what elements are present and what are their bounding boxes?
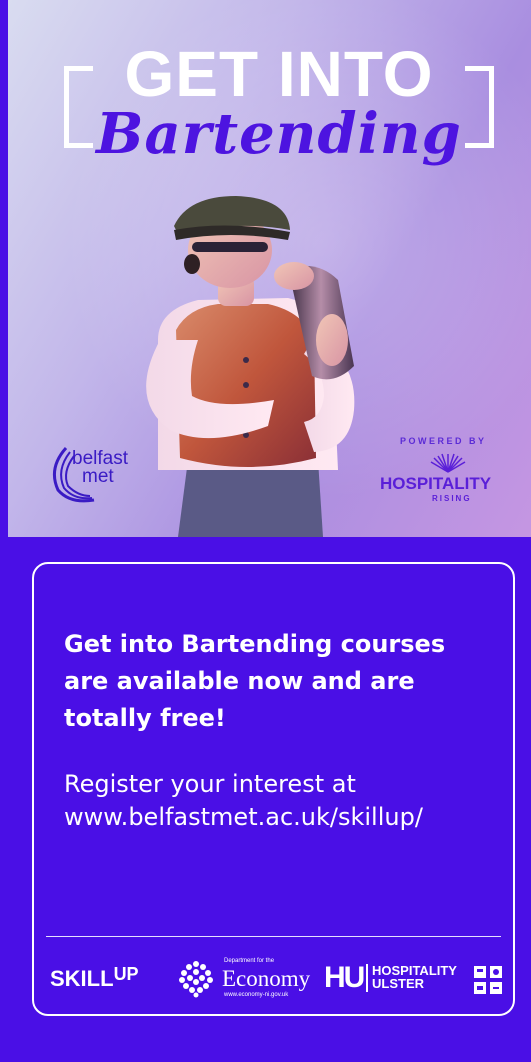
hu-line2: ULSTER	[372, 976, 424, 991]
course-headline: Get into Bartending courses are availabl…	[64, 630, 446, 732]
poster: GET INTO Bartending belfast met POWERED …	[0, 0, 531, 1062]
card-divider	[46, 936, 501, 937]
sunrise-icon	[430, 453, 466, 473]
belfast-met-logo: belfast met	[72, 449, 128, 487]
hospitality-ulster-mark: HU	[324, 961, 365, 994]
hospitality-ulster-grid-icon	[474, 966, 502, 994]
hospitality-rising-name: HOSPITALITY	[380, 474, 492, 493]
economy-url: www.economy-ni.gov.uk	[224, 992, 289, 998]
partner-logos: SKILLUP Department for the Economy www.e…	[34, 956, 513, 1004]
skillup-up: UP	[113, 964, 139, 984]
belfast-met-line2: met	[82, 466, 114, 487]
economy-dept-label: Department for the	[224, 958, 275, 964]
title-script: Bartending	[96, 101, 462, 167]
skillup-main: SKILL	[50, 966, 114, 991]
info-card: Get into Bartending courses are availabl…	[32, 562, 515, 1016]
skillup-logo: SKILLUP	[50, 964, 139, 992]
title-block: GET INTO Bartending	[64, 40, 494, 180]
economy-name: Economy	[222, 966, 311, 991]
title-top: GET INTO	[124, 38, 434, 110]
powered-by-label: POWERED BY	[400, 436, 487, 446]
register-url[interactable]: www.belfastmet.ac.uk/skillup/	[64, 803, 423, 831]
hospitality-rising-sub: RISING	[432, 494, 472, 503]
hospitality-ulster-bar	[366, 964, 368, 992]
register-text: Register your interest at www.belfastmet…	[64, 768, 504, 834]
economy-emblem-icon	[179, 961, 213, 998]
hospitality-ulster-text: HOSPITALITY ULSTER	[372, 964, 457, 990]
hero-banner: GET INTO Bartending belfast met POWERED …	[8, 0, 531, 537]
register-line: Register your interest at	[64, 770, 356, 798]
